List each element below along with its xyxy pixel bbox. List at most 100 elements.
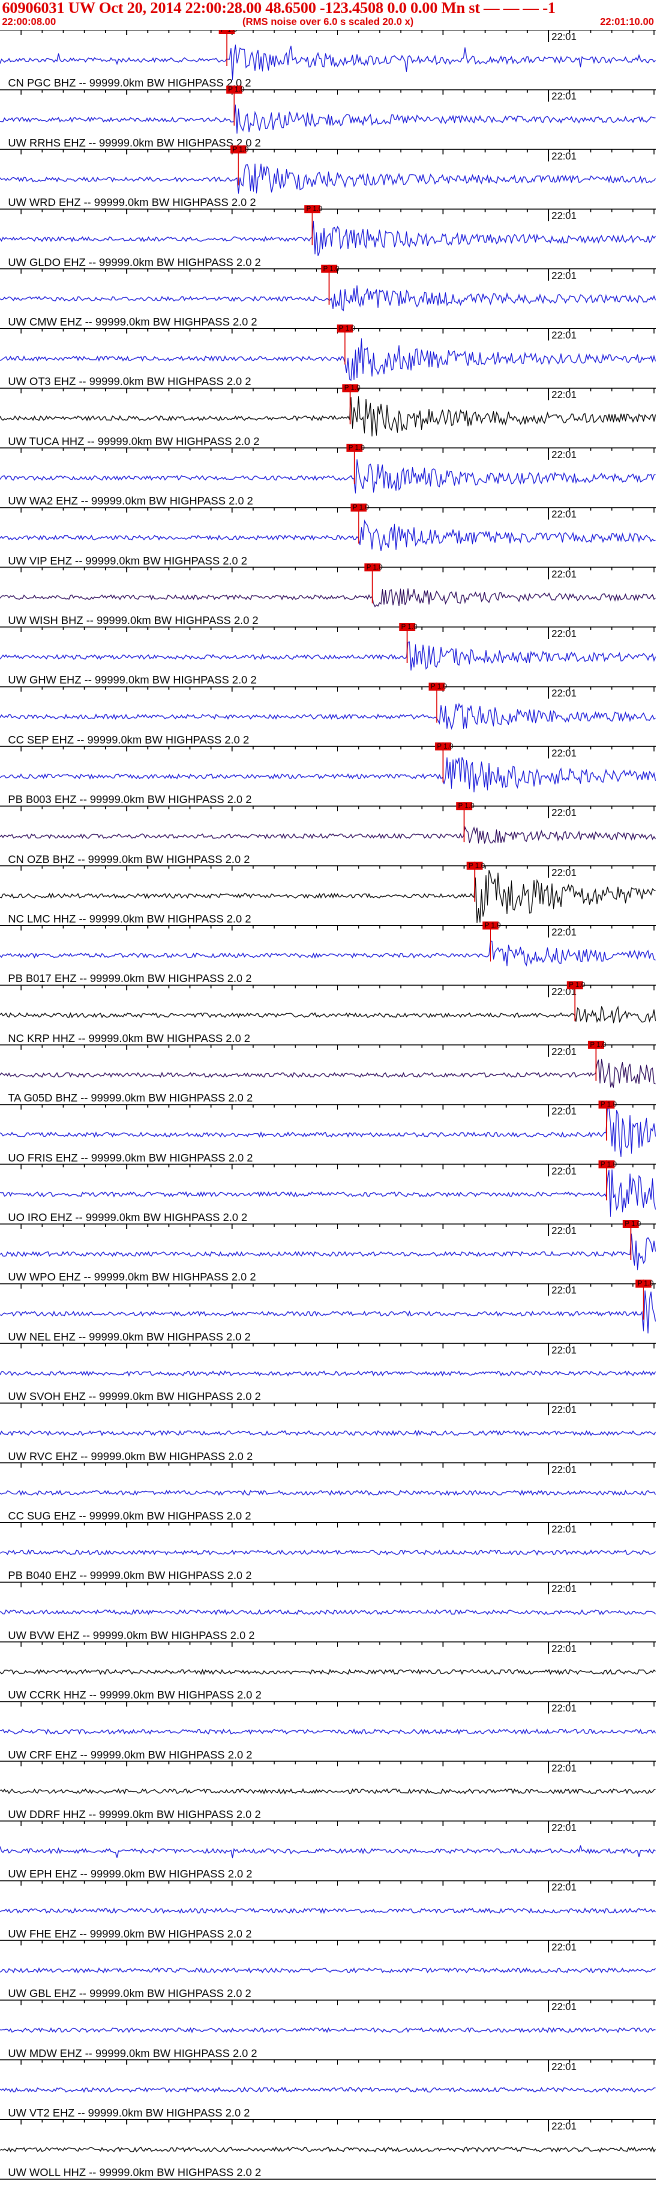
minute-tick-label: 22:01 <box>552 390 577 401</box>
station-label: PB B017 EHZ -- 99999.0km BW HIGHPASS 2.0… <box>8 973 252 985</box>
pick-label: P 1.0 <box>344 385 360 392</box>
minute-tick-label: 22:01 <box>552 1405 577 1416</box>
station-label: UW GLDO EHZ -- 99999.0km BW HIGHPASS 2.0… <box>8 257 261 269</box>
minute-tick-label: 22:01 <box>552 1763 577 1774</box>
waveform-trace <box>0 1489 656 1496</box>
waveform-trace <box>0 1058 656 1088</box>
minute-tick-label: 22:01 <box>552 868 577 879</box>
minute-tick-label: 22:01 <box>552 450 577 461</box>
station-label: UW GHW EHZ -- 99999.0km BW HIGHPASS 2.0 … <box>8 675 257 687</box>
event-title: 60906031 UW Oct 20, 2014 22:00:28.00 48.… <box>2 0 556 17</box>
waveform-trace <box>0 1668 656 1676</box>
station-label: UW OT3 EHZ -- 99999.0km BW HIGHPASS 2.0 … <box>8 376 251 388</box>
minute-tick-label: 22:01 <box>552 1883 577 1894</box>
waveform-trace <box>0 1967 656 1974</box>
waveform-trace <box>0 825 656 844</box>
pick-label: P 1.0 <box>232 146 248 153</box>
station-label: UW WOLL HHZ -- 99999.0km BW HIGHPASS 2.0… <box>8 2167 261 2179</box>
minute-tick-label: 22:01 <box>552 1166 577 1177</box>
minute-tick-label: 22:01 <box>552 569 577 580</box>
minute-tick-label: 22:01 <box>552 689 577 700</box>
station-label: UW DDRF HHZ -- 99999.0km BW HIGHPASS 2.0… <box>8 1809 261 1821</box>
pick-label: P 1.0 <box>485 923 501 930</box>
pick-label: P 1.0 <box>590 1042 606 1049</box>
minute-tick-label: 22:01 <box>552 1525 577 1536</box>
waveform-trace <box>0 459 656 494</box>
minute-tick-label: 22:01 <box>552 928 577 939</box>
waveform-trace <box>0 1370 656 1377</box>
waveform-trace <box>0 702 656 731</box>
waveform-trace <box>0 104 656 134</box>
minute-tick-label: 22:01 <box>552 151 577 162</box>
pick-label: P 1.0 <box>339 326 355 333</box>
minute-tick-label: 22:01 <box>552 510 577 521</box>
station-label: UW SVOH EHZ -- 99999.0km BW HIGHPASS 2.0… <box>8 1391 261 1403</box>
station-label: CC SEP EHZ -- 99999.0km BW HIGHPASS 2.0 … <box>8 734 249 746</box>
minute-tick-label: 22:01 <box>552 1047 577 1058</box>
minute-tick-label: 22:01 <box>552 1465 577 1476</box>
minute-tick-label: 22:01 <box>552 1584 577 1595</box>
waveform-trace <box>0 2027 656 2034</box>
seismogram-chart: 22:01P 1.0CN PGC BHZ -- 99999.0km BW HIG… <box>0 30 656 2180</box>
station-label: UO IRO EHZ -- 99999.0km BW HIGHPASS 2.0 … <box>8 1212 247 1224</box>
station-label: UW RVC EHZ -- 99999.0km BW HIGHPASS 2.0 … <box>8 1451 253 1463</box>
waveform-trace <box>0 757 656 793</box>
waveform-trace <box>0 588 656 608</box>
station-label: NC LMC HHZ -- 99999.0km BW HIGHPASS 2.0 … <box>8 914 251 926</box>
minute-tick-label: 22:01 <box>552 748 577 759</box>
waveform-trace <box>0 1845 656 1859</box>
end-time-label: 22:01:10.00 <box>600 17 654 28</box>
station-label: TA G05D BHZ -- 99999.0km BW HIGHPASS 2.0… <box>8 1093 253 1105</box>
waveform-trace <box>0 285 656 312</box>
minute-tick-label: 22:01 <box>552 331 577 342</box>
pick-label: P 1.0 <box>401 624 417 631</box>
minute-tick-label: 22:01 <box>552 2002 577 2013</box>
waveform-trace <box>0 338 656 382</box>
minute-tick-label: 22:01 <box>552 1942 577 1953</box>
minute-tick-label: 22:01 <box>552 2062 577 2073</box>
waveform-trace <box>0 1907 656 1915</box>
station-label: UW RRHS EHZ -- 99999.0km BW HIGHPASS 2.0… <box>8 137 261 149</box>
station-label: UW WISH BHZ -- 99999.0km BW HIGHPASS 2.0… <box>8 615 258 627</box>
station-label: UW TUCA HHZ -- 99999.0km BW HIGHPASS 2.0… <box>8 436 259 448</box>
pick-label: P 1.0 <box>625 1221 641 1228</box>
minute-tick-label: 22:01 <box>552 1345 577 1356</box>
minute-tick-label: 22:01 <box>552 1644 577 1655</box>
pick-label: P 1.0 <box>353 505 369 512</box>
pick-label: P 1.0 <box>569 982 585 989</box>
pick-label: P 1.0 <box>437 743 453 750</box>
station-label: CN OZB BHZ -- 99999.0km BW HIGHPASS 2.0 … <box>8 854 250 866</box>
minute-tick-label: 22:01 <box>552 2122 577 2133</box>
station-label: UO FRIS EHZ -- 99999.0km BW HIGHPASS 2.0… <box>8 1152 253 1164</box>
minute-tick-label: 22:01 <box>552 32 577 43</box>
station-label: UW WPO EHZ -- 99999.0km BW HIGHPASS 2.0 … <box>8 1272 256 1284</box>
waveform-trace <box>0 1429 656 1437</box>
waveform-trace <box>0 2086 656 2093</box>
station-label: UW BVW EHZ -- 99999.0km BW HIGHPASS 2.0 … <box>8 1630 255 1642</box>
minute-tick-label: 22:01 <box>552 92 577 103</box>
waveform-trace <box>0 940 656 967</box>
minute-tick-label: 22:01 <box>552 1226 577 1237</box>
pick-label: P 1.0 <box>601 1161 617 1168</box>
minute-tick-label: 22:01 <box>552 271 577 282</box>
pick-label: P 1.0 <box>306 206 322 213</box>
pick-label: P 1.0 <box>366 564 382 571</box>
station-label: PB B040 EHZ -- 99999.0km BW HIGHPASS 2.0… <box>8 1570 252 1582</box>
waveform-trace <box>0 1549 656 1556</box>
waveform-trace <box>0 163 656 194</box>
minute-tick-label: 22:01 <box>552 1107 577 1118</box>
waveform-trace <box>0 641 656 671</box>
pick-label: P 1.0 <box>431 684 447 691</box>
pick-label: P 1.0 <box>469 863 485 870</box>
waveform-trace <box>0 1788 656 1795</box>
station-label: NC KRP HHZ -- 99999.0km BW HIGHPASS 2.0 … <box>8 1033 250 1045</box>
station-label: CC SUG EHZ -- 99999.0km BW HIGHPASS 2.0 … <box>8 1511 251 1523</box>
start-time-label: 22:00:08.00 <box>2 17 56 28</box>
station-label: UW CRF EHZ -- 99999.0km BW HIGHPASS 2.0 … <box>8 1749 252 1761</box>
station-label: UW EPH EHZ -- 99999.0km BW HIGHPASS 2.0 … <box>8 1869 252 1881</box>
plot-header: 60906031 UW Oct 20, 2014 22:00:28.00 48.… <box>0 0 656 30</box>
waveform-trace <box>0 2146 656 2153</box>
station-label: UW VIP EHZ -- 99999.0km BW HIGHPASS 2.0 … <box>8 555 247 567</box>
minute-tick-label: 22:01 <box>552 211 577 222</box>
pick-label: P 1.0 <box>228 87 244 94</box>
